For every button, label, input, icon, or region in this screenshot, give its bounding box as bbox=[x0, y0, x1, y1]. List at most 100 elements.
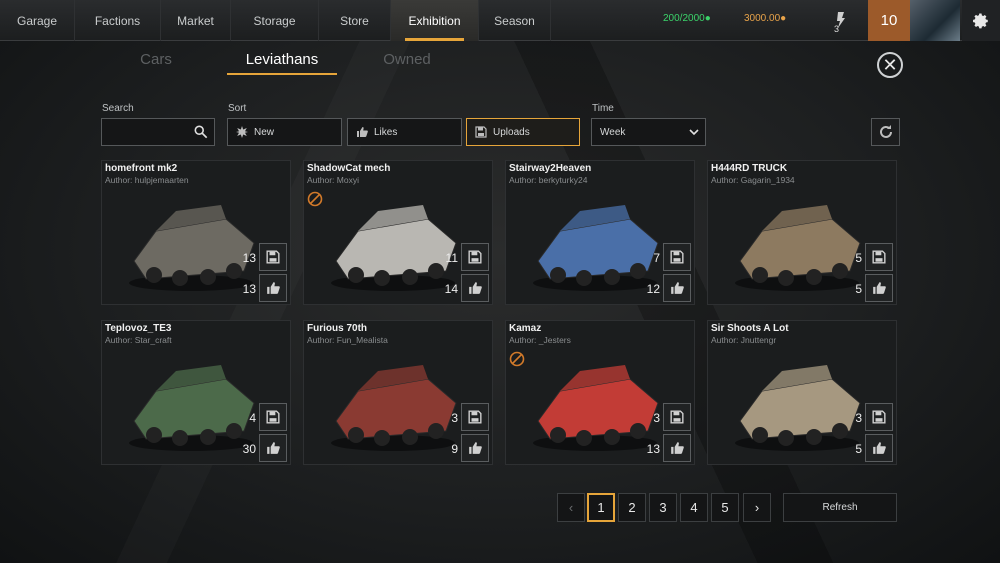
coupons-balance: 200/2000● bbox=[663, 13, 711, 24]
page-4[interactable]: 4 bbox=[680, 493, 708, 522]
page-2[interactable]: 2 bbox=[618, 493, 646, 522]
time-value: Week bbox=[600, 126, 626, 138]
close-icon: ✕ bbox=[882, 55, 898, 75]
card-title: homefront mk2 bbox=[105, 163, 178, 174]
close-button[interactable]: ✕ bbox=[877, 52, 903, 78]
save-button[interactable] bbox=[663, 243, 691, 271]
sort-likes-label: Likes bbox=[374, 126, 398, 138]
save-icon bbox=[475, 126, 487, 138]
rank-count: 3 bbox=[834, 24, 840, 34]
save-button[interactable] bbox=[259, 403, 287, 431]
save-button[interactable] bbox=[461, 403, 489, 431]
coins-value: 3000.00 bbox=[744, 13, 781, 24]
card-title: ShadowCat mech bbox=[307, 163, 391, 174]
vehicle-card[interactable]: Furious 70th Author: Fun_Mealista 3 9 bbox=[303, 320, 493, 465]
vehicle-image bbox=[533, 365, 659, 451]
search-input[interactable] bbox=[101, 118, 215, 146]
star-burst-icon bbox=[236, 126, 248, 138]
vehicle-image bbox=[735, 365, 861, 451]
prev-page-button[interactable]: ‹ bbox=[557, 493, 585, 522]
like-button[interactable] bbox=[259, 434, 287, 462]
save-icon bbox=[872, 250, 886, 264]
like-button[interactable] bbox=[461, 434, 489, 462]
vehicle-card[interactable]: Teplovoz_TE3 Author: Star_craft 4 30 bbox=[101, 320, 291, 465]
nav-market[interactable]: Market bbox=[161, 0, 231, 41]
page-3[interactable]: 3 bbox=[649, 493, 677, 522]
card-title: Teplovoz_TE3 bbox=[105, 323, 172, 334]
thumbs-up-icon bbox=[267, 442, 280, 454]
card-author: Author: Gagarin_1934 bbox=[711, 175, 795, 185]
nav-exhibition[interactable]: Exhibition bbox=[391, 0, 479, 41]
sort-new-button[interactable]: New bbox=[227, 118, 342, 146]
chevron-down-icon bbox=[689, 129, 699, 136]
likes-count: 5 bbox=[855, 442, 862, 456]
tab-leviathans[interactable]: Leviathans bbox=[227, 51, 337, 75]
time-select[interactable]: Week bbox=[591, 118, 706, 146]
page-1[interactable]: 1 bbox=[587, 493, 615, 522]
nav-store[interactable]: Store bbox=[319, 0, 391, 41]
uploads-count: 3 bbox=[451, 411, 458, 425]
like-button[interactable] bbox=[259, 274, 287, 302]
likes-count: 14 bbox=[444, 282, 458, 296]
sort-uploads-button[interactable]: Uploads bbox=[466, 118, 580, 146]
refresh-button[interactable]: Refresh bbox=[783, 493, 897, 522]
uploads-count: 11 bbox=[445, 251, 458, 265]
save-button[interactable] bbox=[663, 403, 691, 431]
reload-icon bbox=[879, 125, 892, 138]
nav-garage[interactable]: Garage bbox=[0, 0, 75, 41]
card-author: Author: berkyturky24 bbox=[509, 175, 588, 185]
save-button[interactable] bbox=[461, 243, 489, 271]
like-button[interactable] bbox=[663, 434, 691, 462]
card-author: Author: Star_craft bbox=[105, 335, 172, 345]
thumbs-up-icon bbox=[671, 282, 684, 294]
save-button[interactable] bbox=[259, 243, 287, 271]
sort-likes-button[interactable]: Likes bbox=[347, 118, 462, 146]
like-button[interactable] bbox=[663, 274, 691, 302]
likes-count: 12 bbox=[646, 282, 660, 296]
vehicle-image bbox=[129, 365, 255, 451]
next-page-button[interactable]: › bbox=[743, 493, 771, 522]
nav-season[interactable]: Season bbox=[479, 0, 551, 41]
ban-icon bbox=[509, 351, 525, 367]
save-button[interactable] bbox=[865, 243, 893, 271]
settings-button[interactable] bbox=[962, 0, 1000, 41]
sort-new-label: New bbox=[254, 126, 275, 138]
likes-count: 30 bbox=[242, 442, 256, 456]
like-button[interactable] bbox=[865, 274, 893, 302]
likes-count: 13 bbox=[242, 282, 256, 296]
vehicle-card[interactable]: Kamaz Author: _Jesters 3 13 bbox=[505, 320, 695, 465]
nav-factions[interactable]: Factions bbox=[75, 0, 161, 41]
like-button[interactable] bbox=[865, 434, 893, 462]
avatar[interactable] bbox=[910, 0, 960, 41]
sort-uploads-label: Uploads bbox=[493, 126, 530, 138]
vehicle-image bbox=[129, 205, 255, 291]
likes-count: 13 bbox=[646, 442, 660, 456]
save-icon bbox=[266, 250, 280, 264]
vehicle-image bbox=[331, 365, 457, 451]
like-button[interactable] bbox=[461, 274, 489, 302]
vehicle-card[interactable]: ShadowCat mech Author: Moxyi 11 14 bbox=[303, 160, 493, 305]
rank-badge[interactable]: 3 bbox=[827, 9, 851, 34]
reload-button[interactable] bbox=[871, 118, 900, 146]
likes-count: 5 bbox=[855, 282, 862, 296]
save-icon bbox=[872, 410, 886, 424]
tab-owned[interactable]: Owned bbox=[352, 51, 462, 68]
thumbs-up-icon bbox=[873, 282, 886, 294]
chevron-left-icon: ‹ bbox=[568, 500, 574, 515]
nav-storage[interactable]: Storage bbox=[231, 0, 319, 41]
vehicle-card[interactable]: Sir Shoots A Lot Author: Jnuttengr 3 5 bbox=[707, 320, 897, 465]
vehicle-image bbox=[735, 205, 861, 291]
save-button[interactable] bbox=[865, 403, 893, 431]
vehicle-card[interactable]: Stairway2Heaven Author: berkyturky24 7 12 bbox=[505, 160, 695, 305]
gear-icon bbox=[973, 13, 988, 28]
vehicle-image bbox=[331, 205, 457, 291]
vehicle-card[interactable]: H444RD TRUCK Author: Gagarin_1934 5 5 bbox=[707, 160, 897, 305]
save-icon bbox=[670, 410, 684, 424]
uploads-count: 13 bbox=[242, 251, 256, 265]
time-label: Time bbox=[592, 103, 614, 114]
page-5[interactable]: 5 bbox=[711, 493, 739, 522]
tab-cars[interactable]: Cars bbox=[101, 51, 211, 68]
card-title: H444RD TRUCK bbox=[711, 163, 788, 174]
vehicle-card[interactable]: homefront mk2 Author: hulpjemaarten 13 13 bbox=[101, 160, 291, 305]
uploads-count: 4 bbox=[249, 411, 256, 425]
